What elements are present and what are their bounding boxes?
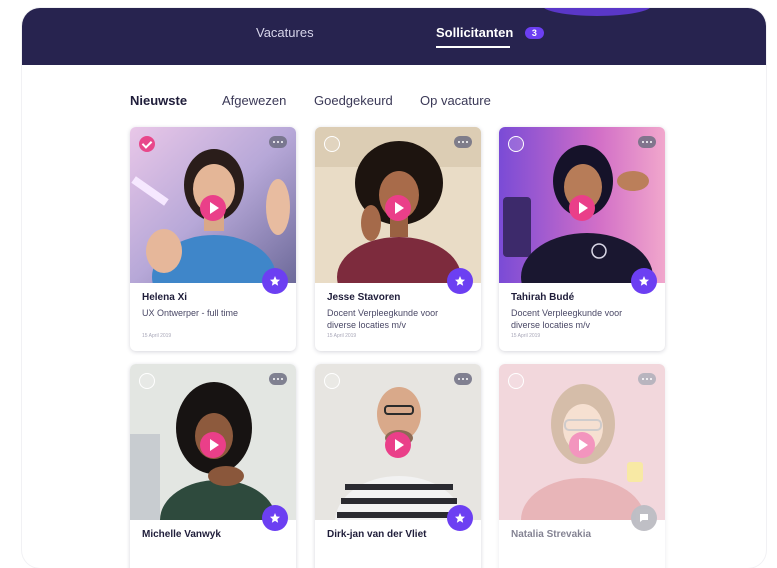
more-dots-icon[interactable] bbox=[638, 136, 656, 148]
star-icon[interactable] bbox=[447, 268, 473, 294]
top-navigation-bar: Vacatures Sollicitanten 3 bbox=[22, 8, 766, 65]
select-checkbox[interactable] bbox=[139, 373, 155, 389]
candidate-role: Docent Verpleegkunde voor diverse locati… bbox=[327, 308, 439, 330]
select-checkbox[interactable] bbox=[324, 136, 340, 152]
filter-tab-op-vacature[interactable]: Op vacature bbox=[420, 93, 491, 108]
play-icon[interactable] bbox=[569, 432, 595, 458]
star-icon[interactable] bbox=[631, 268, 657, 294]
more-dots-icon[interactable] bbox=[269, 136, 287, 148]
candidate-card[interactable]: Helena Xi UX Ontwerper - full time 15 Ap… bbox=[130, 127, 296, 351]
candidate-card[interactable]: Jesse Stavoren Docent Verpleegkunde voor… bbox=[315, 127, 481, 351]
comment-icon[interactable] bbox=[631, 505, 657, 531]
candidate-name: Natalia Strevakia bbox=[511, 529, 592, 540]
tab-sollicitanten[interactable]: Sollicitanten 3 bbox=[436, 25, 544, 48]
more-dots-icon[interactable] bbox=[454, 373, 472, 385]
tab-vacatures-label: Vacatures bbox=[256, 25, 314, 40]
play-icon[interactable] bbox=[385, 432, 411, 458]
more-dots-icon[interactable] bbox=[638, 373, 656, 385]
play-icon[interactable] bbox=[200, 195, 226, 221]
more-dots-icon[interactable] bbox=[269, 373, 287, 385]
candidate-card[interactable]: Tahirah Budé Docent Verpleegkunde voor d… bbox=[499, 127, 665, 351]
candidate-card[interactable]: Dirk-jan van der Vliet bbox=[315, 364, 481, 568]
candidate-date: 15 April 2019 bbox=[327, 333, 357, 339]
select-checkbox[interactable] bbox=[139, 136, 155, 152]
filter-tab-nieuwste[interactable]: Nieuwste bbox=[130, 93, 187, 108]
star-icon[interactable] bbox=[447, 505, 473, 531]
candidate-name: Dirk-jan van der Vliet bbox=[327, 529, 427, 540]
app-window: Vacatures Sollicitanten 3 Nieuwste Afgew… bbox=[22, 8, 766, 568]
candidate-name: Michelle Vanwyk bbox=[142, 529, 221, 540]
tab-sollicitanten-label: Sollicitanten bbox=[436, 25, 514, 40]
candidate-date: 15 April 2019 bbox=[142, 333, 172, 339]
select-checkbox[interactable] bbox=[508, 373, 524, 389]
star-icon[interactable] bbox=[262, 505, 288, 531]
candidate-name: Helena Xi bbox=[142, 292, 188, 303]
star-icon[interactable] bbox=[262, 268, 288, 294]
select-checkbox[interactable] bbox=[324, 373, 340, 389]
tab-vacatures[interactable]: Vacatures bbox=[256, 25, 314, 40]
candidate-card[interactable]: Michelle Vanwyk bbox=[130, 364, 296, 568]
candidate-name: Tahirah Budé bbox=[511, 292, 575, 303]
candidate-role: Docent Verpleegkunde voor diverse locati… bbox=[511, 308, 623, 330]
applicant-count-badge: 3 bbox=[524, 27, 544, 39]
filter-tab-afgewezen[interactable]: Afgewezen bbox=[222, 93, 286, 108]
candidate-name: Jesse Stavoren bbox=[327, 292, 401, 303]
select-checkbox[interactable] bbox=[508, 136, 524, 152]
play-icon[interactable] bbox=[385, 195, 411, 221]
decorative-blob bbox=[542, 8, 652, 16]
candidate-card[interactable]: Natalia Strevakia bbox=[499, 364, 665, 568]
candidate-date: 15 April 2019 bbox=[511, 333, 541, 339]
candidate-role: UX Ontwerper - full time bbox=[142, 308, 239, 318]
filter-tab-goedgekeurd[interactable]: Goedgekeurd bbox=[314, 93, 393, 108]
play-icon[interactable] bbox=[569, 195, 595, 221]
more-dots-icon[interactable] bbox=[454, 136, 472, 148]
play-icon[interactable] bbox=[200, 432, 226, 458]
active-tab-underline bbox=[436, 46, 510, 48]
